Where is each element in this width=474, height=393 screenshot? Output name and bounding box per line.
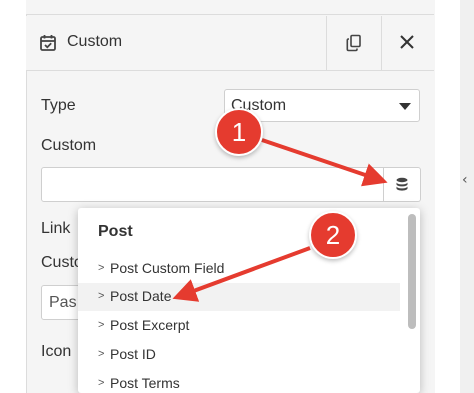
annotation-arrow-1 [261,138,388,187]
callout-marker-1: 1 [215,108,263,156]
annotation-arrow-2 [172,246,311,302]
callout-marker-2: 2 [309,211,357,259]
annotation-arrows [172,138,388,302]
